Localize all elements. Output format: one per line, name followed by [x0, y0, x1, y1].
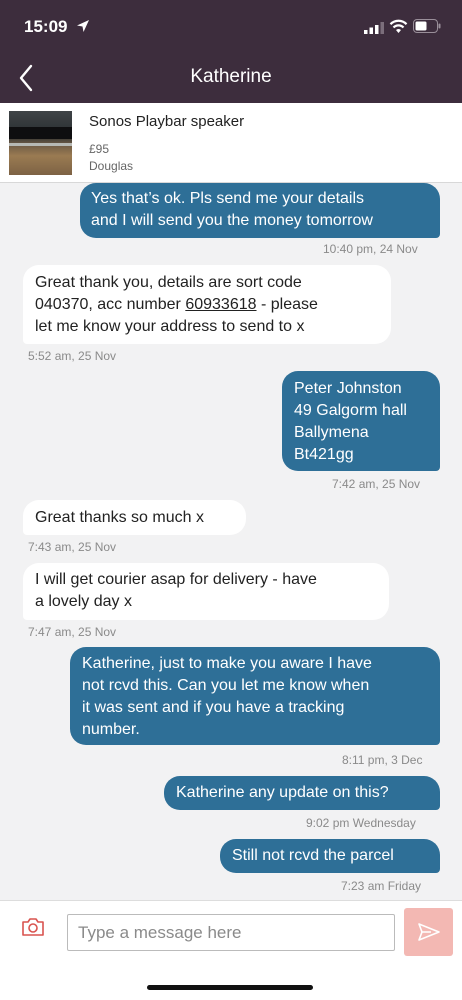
- listing-summary[interactable]: Sonos Playbar speaker £95 Douglas: [0, 103, 462, 183]
- message-bubble-sent: Katherine any update on this?: [164, 776, 440, 810]
- message-line: I will get courier asap for delivery - h…: [35, 571, 317, 588]
- send-button[interactable]: [404, 908, 453, 956]
- message-timestamp: 7:42 am, 25 Nov: [332, 477, 421, 491]
- message-line: it was sent and if you have a tracking: [82, 699, 345, 716]
- message-timestamp: 9:02 pm Wednesday: [306, 816, 416, 830]
- message-line: Still not rcvd the parcel: [232, 847, 394, 864]
- message-bubble-sent: Yes that’s ok. Pls send me your details …: [80, 183, 440, 238]
- conversation-title: Katherine: [190, 66, 272, 87]
- message-line: Yes that’s ok. Pls send me your details: [91, 190, 365, 207]
- message-line: Katherine any update on this?: [176, 784, 389, 801]
- status-bar: 15:09: [0, 0, 462, 52]
- message-timestamp: 8:11 pm, 3 Dec: [342, 753, 423, 767]
- top-bar: 15:09 Katherine: [0, 0, 462, 103]
- battery-icon: [413, 19, 441, 33]
- message-line: not rcvd this. Can you let me know when: [82, 677, 370, 694]
- message-line: Katherine, just to make you aware I have: [82, 655, 372, 672]
- message-text: 040370, acc number: [35, 296, 186, 313]
- message-input[interactable]: [67, 914, 395, 951]
- listing-location: Douglas: [89, 159, 134, 173]
- message-line: Great thanks so much x: [35, 509, 204, 526]
- message-line: Peter Johnston: [294, 380, 402, 397]
- message-bubble-sent: Still not rcvd the parcel: [220, 839, 440, 873]
- message-line-with-link: 040370, acc number 60933618 - please: [35, 294, 391, 316]
- send-icon: [418, 923, 440, 941]
- message-timestamp: 7:47 am, 25 Nov: [28, 625, 117, 639]
- location-arrow-icon: [77, 20, 89, 32]
- message-line: number.: [82, 721, 140, 738]
- camera-icon[interactable]: [20, 916, 46, 938]
- wifi-icon: [389, 19, 408, 33]
- message-line: 49 Galgorm hall: [294, 402, 407, 419]
- message-bubble-received: Great thank you, details are sort code 0…: [23, 265, 391, 344]
- message-timestamp: 7:43 am, 25 Nov: [28, 540, 117, 554]
- message-line: let me know your address to send to x: [35, 318, 305, 335]
- message-bubble-received: I will get courier asap for delivery - h…: [23, 563, 389, 620]
- message-line: Bt421gg: [294, 446, 354, 463]
- account-number-link[interactable]: 60933618: [185, 296, 256, 313]
- message-timestamp: 10:40 pm, 24 Nov: [323, 242, 418, 256]
- message-line: a lovely day x: [35, 593, 132, 610]
- thumbnail-soundbar: [9, 127, 72, 139]
- thumbnail-shelf: [9, 143, 72, 146]
- listing-thumbnail[interactable]: [9, 111, 72, 175]
- message-timestamp: 7:23 am Friday: [341, 879, 422, 893]
- listing-price: £95: [89, 142, 110, 156]
- signal-icon: [364, 22, 384, 34]
- message-line: and I will send you the money tomorrow: [91, 212, 373, 229]
- message-line: Great thank you, details are sort code: [35, 274, 302, 291]
- message-timestamp: 5:52 am, 25 Nov: [28, 349, 117, 363]
- message-bubble-sent: Katherine, just to make you aware I have…: [70, 647, 440, 745]
- home-indicator: [147, 985, 313, 990]
- message-bubble-received: Great thanks so much x: [23, 500, 246, 535]
- message-line: Ballymena: [294, 424, 369, 441]
- message-bubble-sent: Peter Johnston 49 Galgorm hall Ballymena…: [282, 371, 440, 471]
- status-time: 15:09: [24, 17, 68, 36]
- listing-title: Sonos Playbar speaker: [89, 113, 245, 130]
- message-text: - please: [256, 296, 318, 313]
